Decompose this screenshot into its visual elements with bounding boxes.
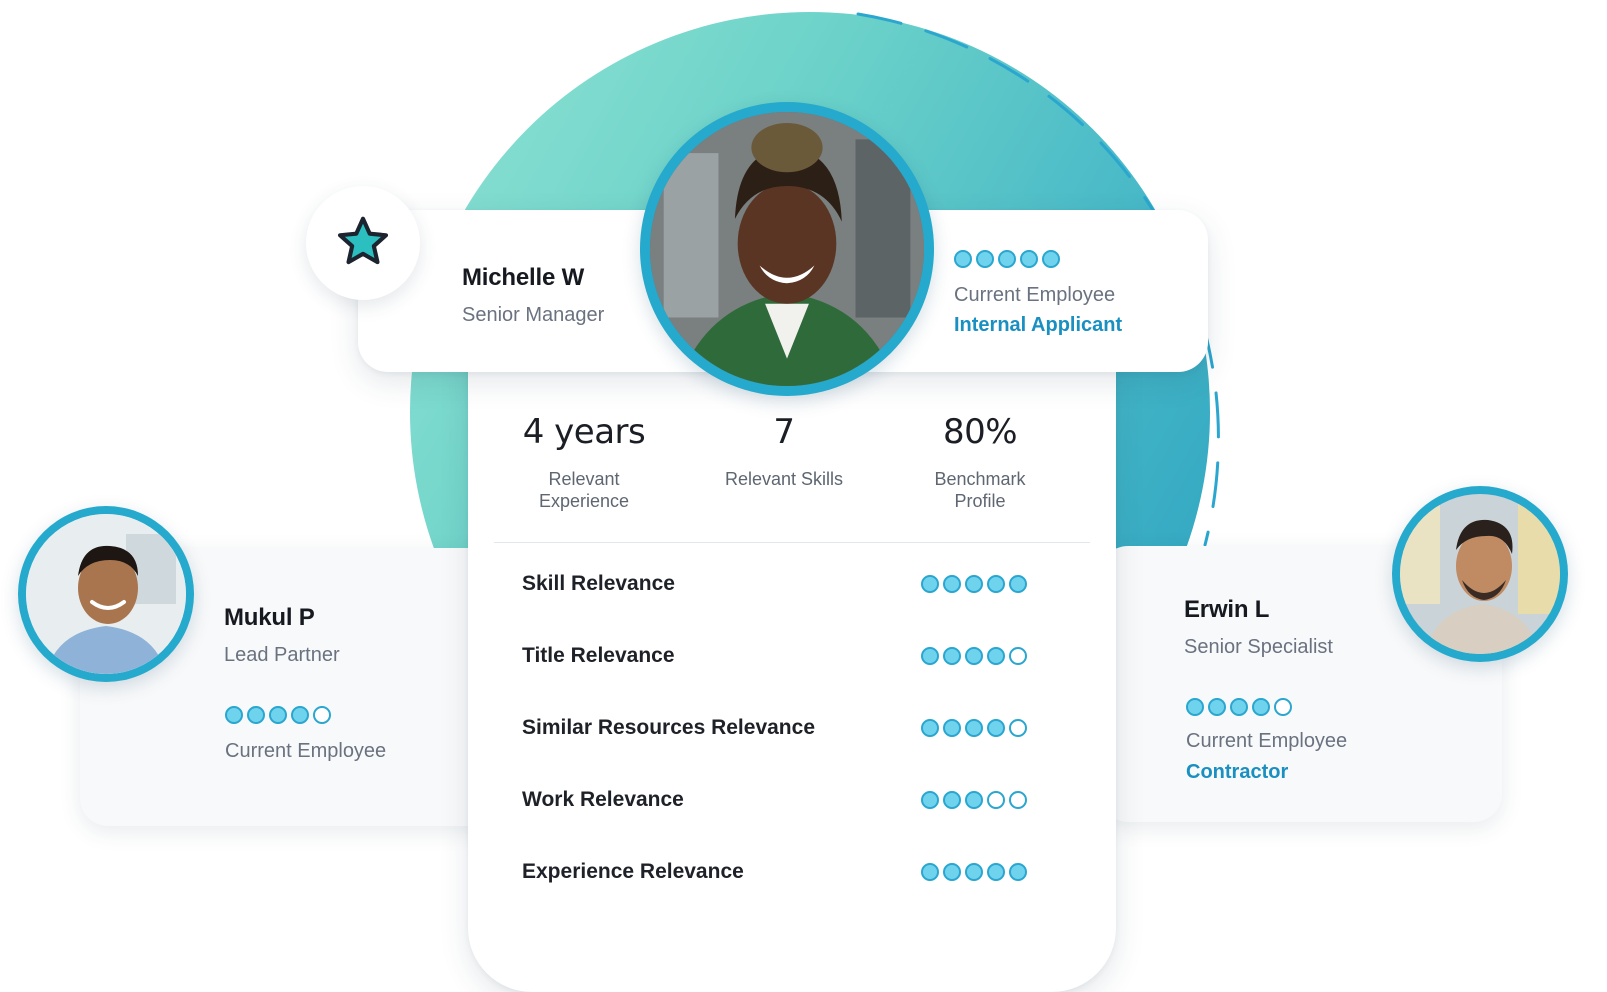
relevance-row: Skill Relevance (522, 548, 1027, 620)
divider (494, 542, 1090, 543)
avatar-erwin (1392, 486, 1568, 662)
relevance-label: Title Relevance (522, 644, 675, 667)
candidate-tag: Contractor (1186, 761, 1289, 783)
rating-dot-empty (313, 706, 331, 724)
rating-dot-filled (921, 791, 939, 809)
candidate-tag: Internal Applicant (954, 314, 1123, 336)
rating-dot-filled (921, 863, 939, 881)
rating-dot-filled (1252, 698, 1270, 716)
person-photo-icon (26, 514, 186, 674)
rating-dot-filled (1009, 863, 1027, 881)
stat-value: 7 (773, 412, 795, 452)
rating-dot-empty (1009, 719, 1027, 737)
rating-dot-filled (987, 863, 1005, 881)
candidate-rating (954, 250, 1060, 268)
rating-dot-filled (1009, 575, 1027, 593)
rating-dot-filled (943, 647, 961, 665)
person-photo-icon (650, 112, 924, 386)
rating-dot-filled (965, 575, 983, 593)
rating-dot-empty (987, 791, 1005, 809)
candidate-name: Michelle W (462, 264, 585, 291)
rating-dot-filled (987, 647, 1005, 665)
relevance-label: Work Relevance (522, 788, 684, 811)
candidate-name: Erwin L (1184, 596, 1270, 623)
favorite-button[interactable] (306, 186, 420, 300)
relevance-label: Skill Relevance (522, 572, 675, 595)
stat-label: Relevant Skills (724, 469, 844, 489)
rating-dot-empty (1274, 698, 1292, 716)
candidate-status: Current Employee (1186, 730, 1348, 752)
relevance-label: Similar Resources Relevance (522, 716, 815, 739)
candidate-status: Current Employee (225, 740, 387, 762)
stat-value: 80% (942, 412, 1018, 452)
avatar-michelle (640, 102, 934, 396)
stat-label: Relevant (548, 469, 620, 489)
rating-dot-filled (269, 706, 287, 724)
candidate-title: Lead Partner (224, 644, 340, 666)
avatar-mukul (18, 506, 194, 682)
stat-experience: 4 years Relevant Experience (488, 412, 680, 512)
relevance-list: Skill Relevance Title Relevance Similar … (522, 548, 1027, 908)
relevance-rating (921, 575, 1027, 593)
rating-dot-filled (1020, 250, 1038, 268)
candidate-title: Senior Manager (462, 304, 605, 326)
star-icon (337, 216, 389, 265)
rating-dot-filled (954, 250, 972, 268)
relevance-row: Work Relevance (522, 764, 1027, 836)
relevance-rating (921, 719, 1027, 737)
rating-dot-filled (965, 647, 983, 665)
person-photo-icon (1400, 494, 1560, 654)
stat-value: 4 years (522, 412, 646, 452)
rating-dot-filled (943, 863, 961, 881)
rating-dot-filled (987, 719, 1005, 737)
rating-dot-filled (943, 719, 961, 737)
candidate-rating (1186, 698, 1292, 716)
rating-dot-filled (225, 706, 243, 724)
rating-dot-filled (1042, 250, 1060, 268)
relevance-rating (921, 863, 1027, 881)
rating-dot-filled (921, 575, 939, 593)
rating-dot-filled (943, 575, 961, 593)
candidate-detail-card: 4 years Relevant Experience 7 Relevant S… (468, 300, 1116, 992)
rating-dot-filled (943, 791, 961, 809)
rating-dot-filled (976, 250, 994, 268)
stat-label: Profile (954, 491, 1006, 511)
rating-dot-filled (987, 575, 1005, 593)
rating-dot-filled (247, 706, 265, 724)
stat-benchmark: 80% Benchmark Profile (884, 412, 1076, 512)
relevance-row: Similar Resources Relevance (522, 692, 1027, 764)
rating-dot-empty (1009, 647, 1027, 665)
relevance-label: Experience Relevance (522, 860, 744, 883)
relevance-rating (921, 791, 1027, 809)
rating-dot-filled (921, 719, 939, 737)
candidate-title: Senior Specialist (1184, 636, 1333, 658)
rating-dot-filled (1208, 698, 1226, 716)
candidate-status: Current Employee (954, 284, 1116, 306)
candidate-rating (225, 706, 331, 724)
relevance-row: Title Relevance (522, 620, 1027, 692)
stat-label: Experience (538, 491, 630, 511)
rating-dot-filled (965, 791, 983, 809)
rating-dot-filled (1186, 698, 1204, 716)
rating-dot-filled (921, 647, 939, 665)
rating-dot-filled (998, 250, 1016, 268)
rating-dot-filled (291, 706, 309, 724)
stat-skills: 7 Relevant Skills (688, 412, 880, 490)
relevance-rating (921, 647, 1027, 665)
relevance-row: Experience Relevance (522, 836, 1027, 908)
rating-dot-filled (1230, 698, 1248, 716)
rating-dot-empty (1009, 791, 1027, 809)
stat-label: Benchmark (934, 469, 1026, 489)
rating-dot-filled (965, 863, 983, 881)
rating-dot-filled (965, 719, 983, 737)
candidate-name: Mukul P (224, 604, 315, 631)
